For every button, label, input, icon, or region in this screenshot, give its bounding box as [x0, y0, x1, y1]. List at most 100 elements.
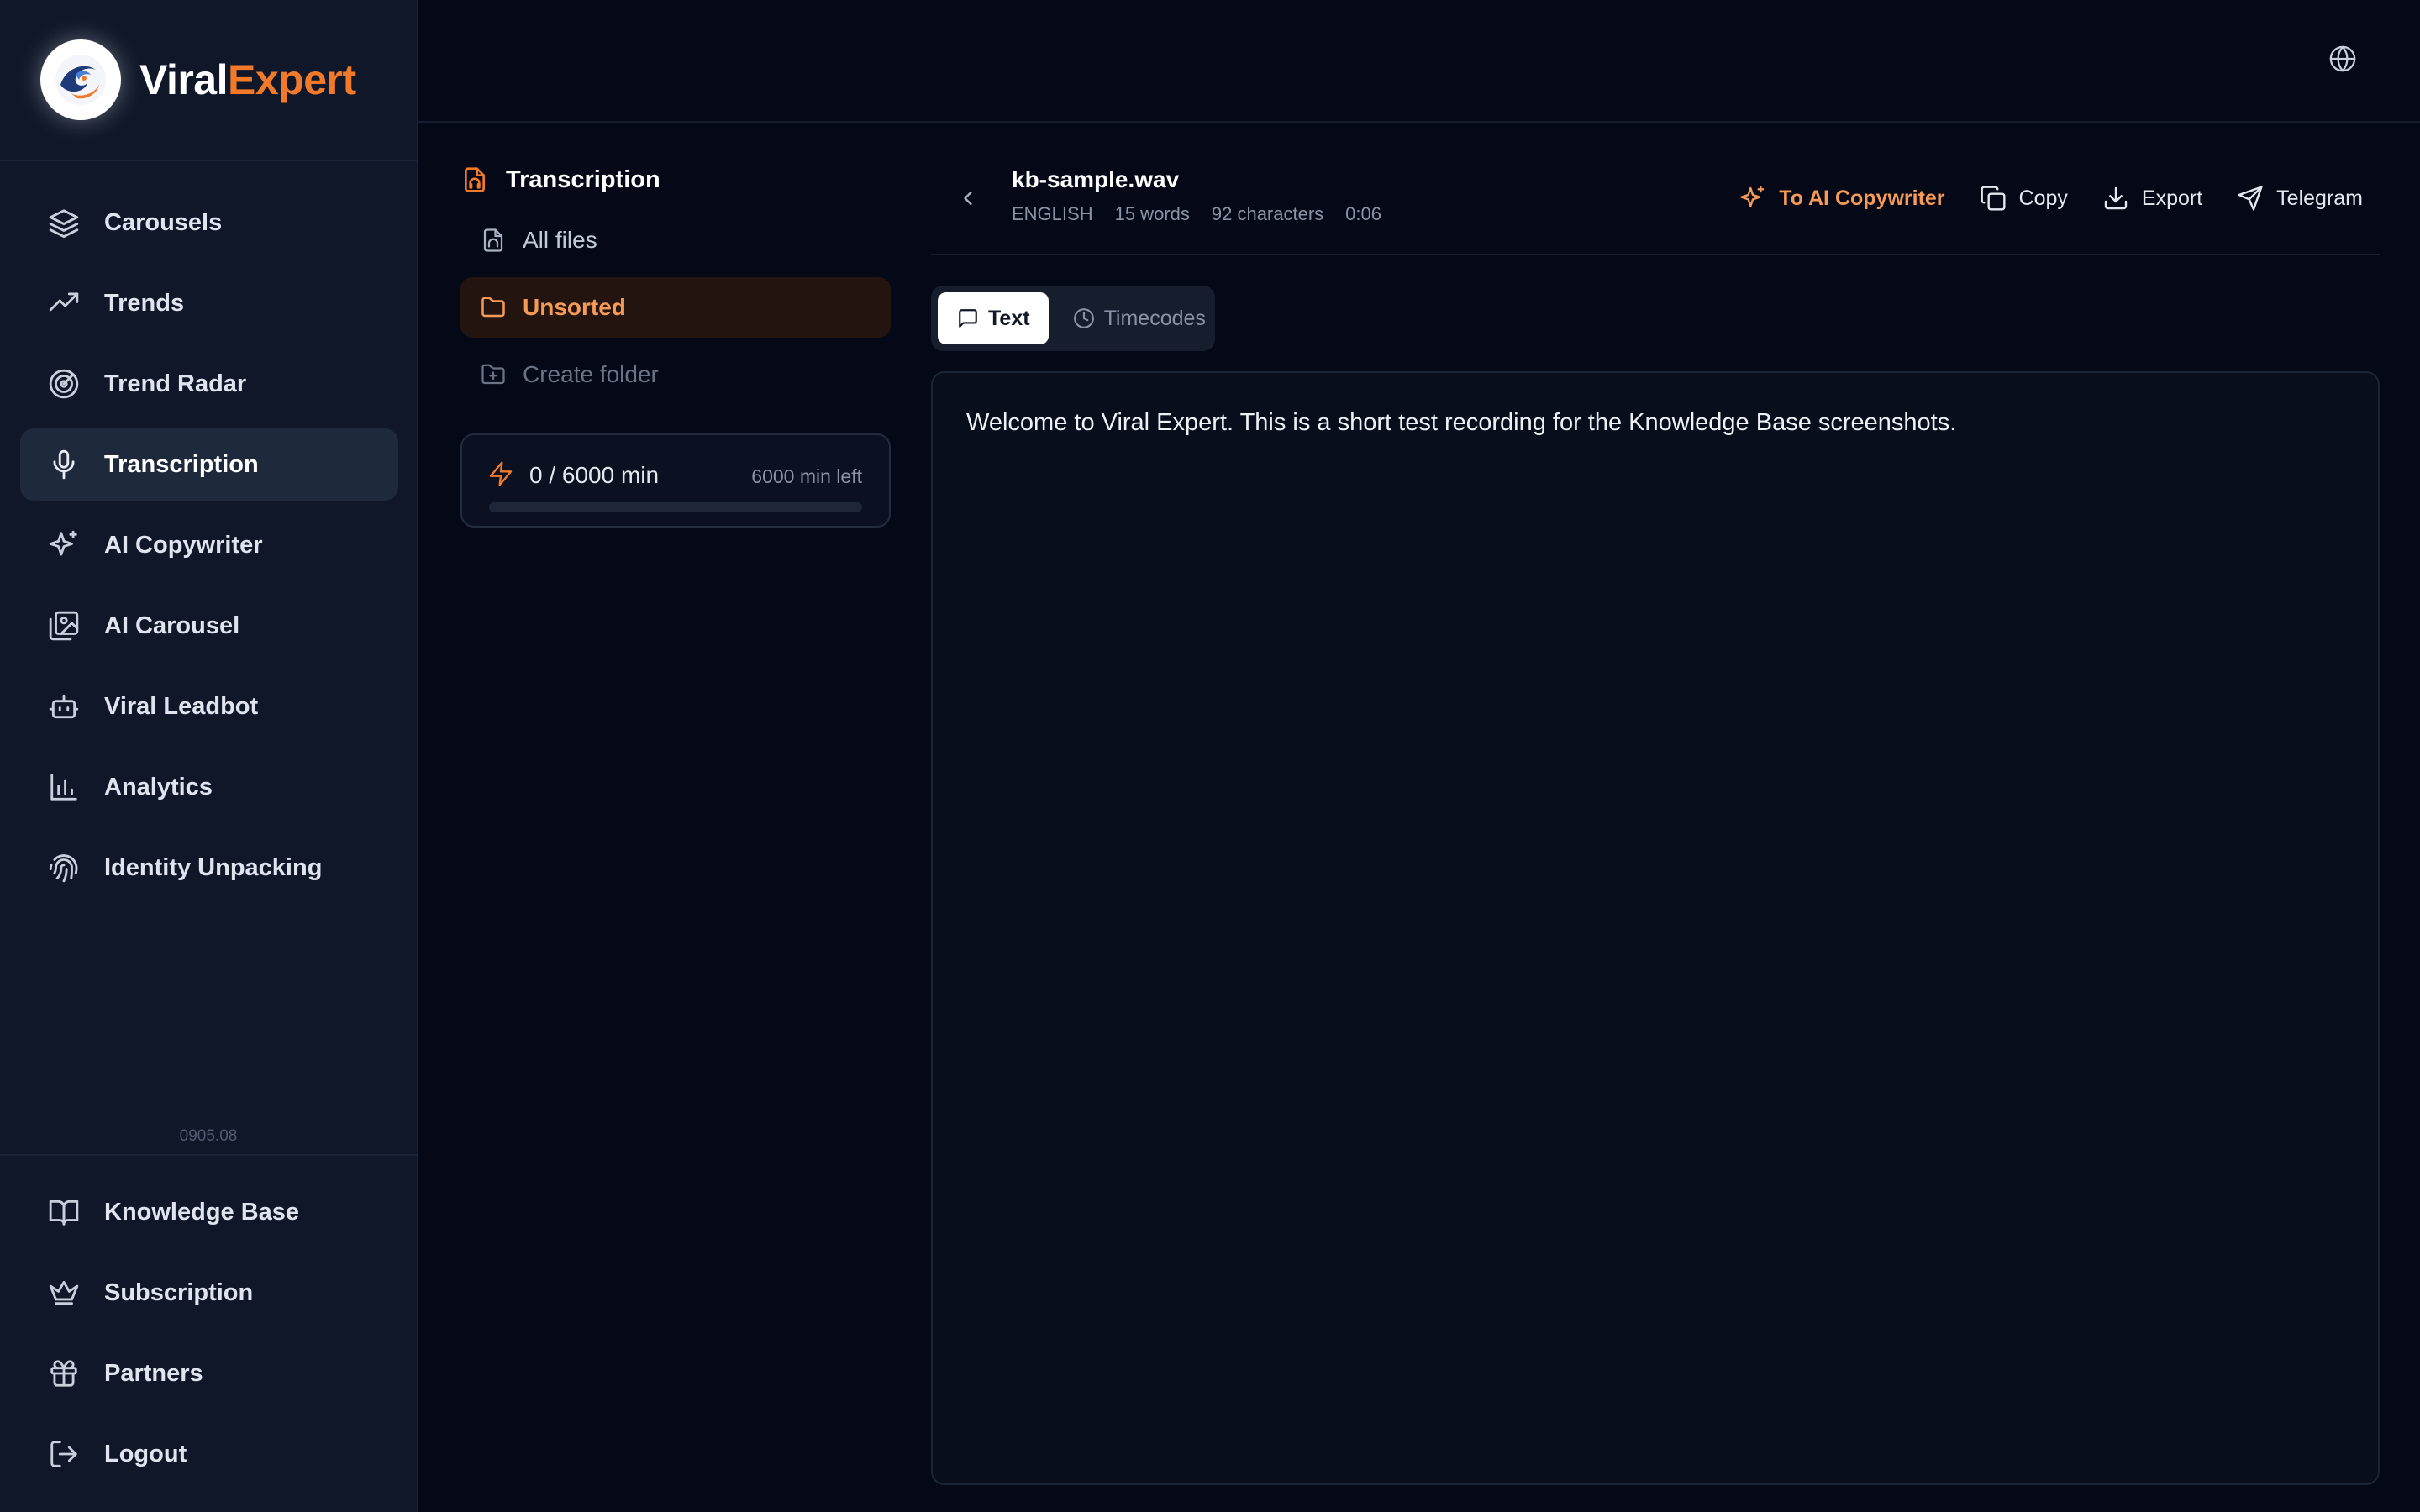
trending-up-icon: [47, 286, 81, 320]
zap-icon: [487, 460, 516, 489]
usage-quota: 0 / 6000 min 6000 min left: [460, 433, 891, 528]
brand-name: ViralExpert: [139, 56, 356, 103]
topbar: [418, 0, 2420, 123]
message-square-icon: [956, 307, 980, 330]
view-tabs: Text Timecodes: [931, 286, 1215, 351]
tab-label: Text: [988, 306, 1030, 330]
bar-chart-icon: [47, 770, 81, 804]
quota-progress-bar: [489, 502, 862, 512]
folders-title-label: Transcription: [506, 165, 660, 193]
clock-icon: [1072, 307, 1096, 330]
tab-text[interactable]: Text: [938, 292, 1049, 344]
folder-label: Unsorted: [523, 294, 626, 320]
transcript-text: Welcome to Viral Expert. This is a short…: [966, 409, 1957, 436]
action-label: Export: [2141, 186, 2203, 210]
folders-title: Transcription: [460, 156, 891, 203]
sidebar-item-label: Trend Radar: [104, 370, 247, 397]
sidebar-item-subscription[interactable]: Subscription: [20, 1257, 398, 1329]
language-button[interactable]: [2326, 44, 2360, 77]
action-label: Copy: [2018, 186, 2068, 210]
book-icon: [47, 1195, 81, 1229]
sidebar-nav: Carousels Trends Trend Radar Transcripti…: [20, 186, 398, 912]
quota-left: 6000 min left: [751, 465, 862, 487]
globe-icon: [2328, 45, 2357, 77]
sidebar-item-label: Analytics: [104, 773, 213, 801]
tab-timecodes[interactable]: Timecodes: [1054, 292, 1224, 344]
sidebar-item-label: Knowledge Base: [104, 1198, 300, 1226]
copy-button[interactable]: Copy: [1962, 175, 2085, 222]
file-duration: 0:06: [1345, 203, 1381, 224]
chevron-left-icon: [956, 186, 980, 214]
mic-icon: [47, 448, 81, 481]
telegram-button[interactable]: Telegram: [2219, 175, 2380, 222]
sparkles-icon: [47, 528, 81, 562]
sidebar-item-label: Subscription: [104, 1278, 254, 1306]
brand[interactable]: ViralExpert: [0, 0, 417, 161]
file-language: ENGLISH: [1012, 203, 1093, 224]
folder-unsorted[interactable]: Unsorted: [460, 277, 891, 338]
folder-icon: [479, 293, 508, 322]
logout-icon: [47, 1437, 81, 1471]
fingerprint-icon: [47, 851, 81, 885]
file-meta: ENGLISH 15 words 92 characters 0:06: [1012, 203, 1381, 225]
file-character-count: 92 characters: [1211, 203, 1324, 224]
sidebar-item-label: Carousels: [104, 208, 223, 236]
create-folder-button[interactable]: Create folder: [460, 344, 891, 405]
sidebar-item-analytics[interactable]: Analytics: [20, 751, 398, 823]
folder-label: All files: [523, 227, 597, 253]
file-name: kb-sample.wav: [1012, 166, 1180, 192]
file-word-count: 15 words: [1114, 203, 1190, 224]
folder-all-files[interactable]: All files: [460, 210, 891, 270]
crown-icon: [47, 1276, 81, 1310]
file-header: kb-sample.wav ENGLISH 15 words 92 charac…: [931, 156, 2380, 255]
sidebar-item-trends[interactable]: Trends: [20, 267, 398, 339]
file-audio-icon: [460, 165, 489, 194]
sidebar-item-label: Trends: [104, 289, 185, 317]
action-label: Telegram: [2276, 186, 2363, 210]
bot-icon: [47, 690, 81, 723]
sparkles-icon: [1739, 184, 1767, 213]
sidebar-item-logout[interactable]: Logout: [20, 1418, 398, 1490]
sidebar-item-label: Identity Unpacking: [104, 853, 323, 881]
app-version: 0905.08: [179, 1127, 238, 1145]
sidebar-item-label: Logout: [104, 1440, 187, 1467]
sidebar-divider: [0, 1154, 417, 1156]
copy-icon: [1979, 184, 2007, 213]
sidebar-item-label: Transcription: [104, 450, 259, 478]
folder-plus-icon: [479, 360, 508, 389]
action-label: To AI Copywriter: [1779, 186, 1945, 210]
sidebar-bottom-nav: Knowledge Base Subscription Partners Log…: [20, 1176, 398, 1499]
sidebar: ViralExpert Carousels Trends Trend Radar: [0, 0, 418, 1512]
sidebar-item-knowledge-base[interactable]: Knowledge Base: [20, 1176, 398, 1248]
send-icon: [2236, 184, 2265, 213]
images-icon: [47, 609, 81, 643]
tab-label: Timecodes: [1103, 306, 1206, 330]
file-actions: To AI Copywriter Copy Export Telegram: [1722, 175, 2380, 222]
sidebar-item-partners[interactable]: Partners: [20, 1337, 398, 1410]
export-button[interactable]: Export: [2085, 175, 2219, 222]
quota-used: 0 / 6000 min: [529, 462, 660, 488]
sidebar-item-label: Partners: [104, 1359, 203, 1387]
gift-icon: [47, 1357, 81, 1390]
file-audio-icon: [479, 226, 508, 255]
sidebar-item-label: AI Carousel: [104, 612, 240, 639]
download-icon: [2102, 184, 2130, 213]
sidebar-item-ai-carousel[interactable]: AI Carousel: [20, 590, 398, 662]
transcript-text-area[interactable]: Welcome to Viral Expert. This is a short…: [931, 371, 2380, 1485]
layers-icon: [47, 206, 81, 239]
folders-panel: Transcription All files Unsorted Create …: [460, 156, 891, 528]
to-ai-copywriter-button[interactable]: To AI Copywriter: [1722, 175, 1961, 222]
sidebar-item-transcription[interactable]: Transcription: [20, 428, 398, 501]
sidebar-item-label: AI Copywriter: [104, 531, 263, 559]
sidebar-item-trend-radar[interactable]: Trend Radar: [20, 348, 398, 420]
back-button[interactable]: [944, 176, 992, 223]
sidebar-item-identity-unpacking[interactable]: Identity Unpacking: [20, 832, 398, 904]
folder-label: Create folder: [523, 361, 659, 387]
sidebar-item-label: Viral Leadbot: [104, 692, 259, 720]
sidebar-item-carousels[interactable]: Carousels: [20, 186, 398, 259]
app-root: ViralExpert Carousels Trends Trend Radar: [0, 0, 2420, 1512]
brand-logo-icon: [40, 39, 121, 120]
sidebar-item-viral-leadbot[interactable]: Viral Leadbot: [20, 670, 398, 743]
radar-icon: [47, 367, 81, 401]
sidebar-item-ai-copywriter[interactable]: AI Copywriter: [20, 509, 398, 581]
